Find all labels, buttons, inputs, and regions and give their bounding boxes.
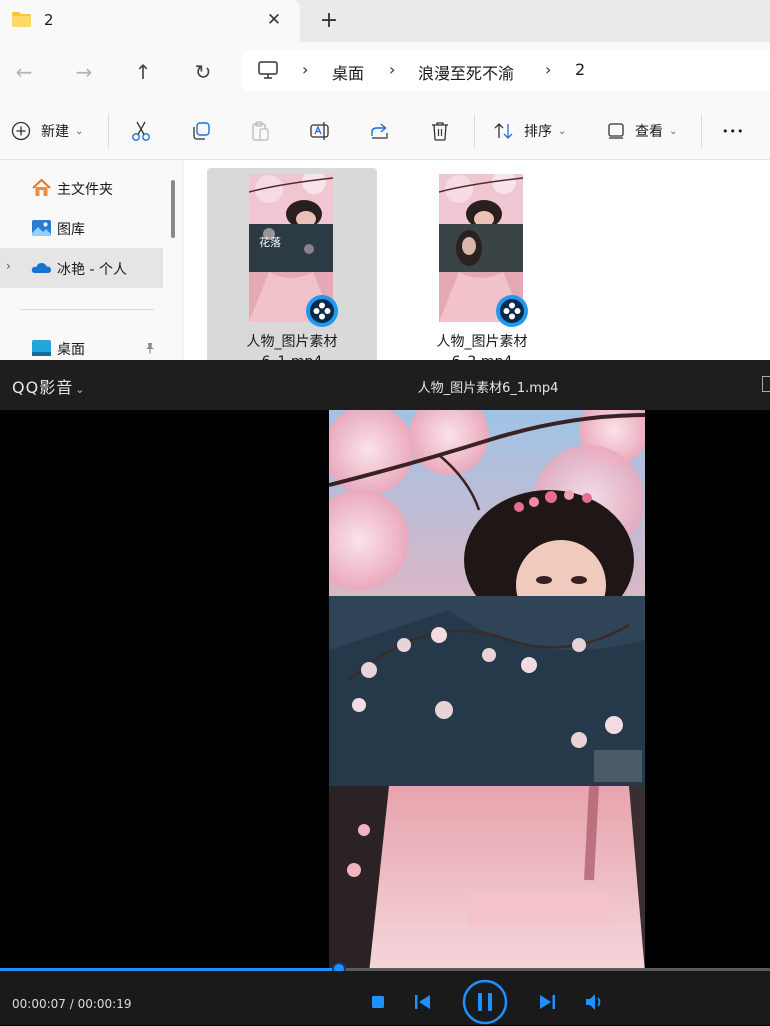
cut-button[interactable]	[130, 118, 152, 144]
sidebar-item-label: 桌面	[57, 342, 85, 358]
gallery-icon	[32, 220, 51, 236]
tab-bar: 2 ✕ +	[0, 0, 770, 42]
folder-icon	[12, 12, 31, 27]
playback-controls: 00:00:07 / 00:00:19	[0, 971, 770, 1025]
copy-icon	[193, 122, 210, 140]
file-item-6-2[interactable]: 人物_图片素材 6_2.mp4	[397, 168, 567, 360]
refresh-icon[interactable]: ↻	[189, 58, 217, 86]
qq-player-window: QQ影音 ⌄ 人物_图片素材6_1.mp4 00:00:07 / 00:00:1…	[0, 360, 770, 1025]
new-button[interactable]: 新建 ⌄	[11, 118, 83, 144]
copy-button[interactable]	[190, 118, 212, 144]
total-time: 00:00:19	[77, 997, 132, 1011]
view-layout-icon	[608, 123, 624, 139]
sidebar-item-label: 冰艳 - 个人	[57, 262, 127, 278]
file-name-line2: 6_1.mp4	[207, 352, 377, 360]
qq-player-badge-icon	[306, 295, 338, 327]
tab-title: 2	[44, 11, 54, 29]
window-mode-icon[interactable]	[762, 376, 770, 392]
scissors-icon	[132, 121, 150, 141]
view-button[interactable]: 查看 ⌄	[606, 118, 677, 144]
share-button[interactable]	[369, 118, 391, 144]
sort-button[interactable]: 排序 ⌄	[493, 118, 566, 144]
sidebar-item-home[interactable]: 主文件夹	[0, 168, 163, 208]
file-name: 人物_图片素材 6_2.mp4	[397, 332, 567, 360]
back-arrow-icon[interactable]: ←	[10, 58, 38, 86]
plus-circle-icon	[11, 121, 31, 141]
scrollbar-thumb[interactable]	[171, 180, 175, 238]
player-video-title: 人物_图片素材6_1.mp4	[417, 381, 559, 396]
player-menu-button[interactable]: QQ影音 ⌄	[12, 374, 85, 398]
onedrive-cloud-icon	[31, 263, 51, 273]
sort-button-label: 排序	[524, 124, 552, 140]
video-frame[interactable]	[329, 410, 645, 973]
breadcrumb-separator[interactable]: ›	[302, 60, 308, 79]
monitor-icon[interactable]	[258, 61, 278, 79]
share-icon	[371, 123, 388, 139]
sidebar-divider	[20, 309, 154, 310]
player-title-bar: QQ影音 ⌄ 人物_图片素材6_1.mp4	[0, 360, 770, 410]
qq-player-badge-icon	[496, 295, 528, 327]
player-brand: QQ影音	[12, 378, 74, 397]
trash-icon	[432, 122, 448, 141]
sort-arrows-icon	[494, 123, 513, 139]
file-name-line2: 6_2.mp4	[397, 352, 567, 360]
thumbnail-text: 花落	[259, 236, 281, 249]
delete-button[interactable]	[429, 118, 451, 144]
navigation-pane: 主文件夹 图库 › 冰艳 - 个人 桌面	[0, 160, 182, 360]
sidebar-item-desktop[interactable]: 桌面	[0, 328, 163, 360]
sidebar-item-label: 图库	[57, 222, 85, 238]
more-dots-icon: •••	[722, 124, 745, 138]
address-bar[interactable]: › 桌面 › 浪漫至死不渝 › 2	[242, 51, 770, 91]
file-name-line1: 人物_图片素材	[246, 334, 338, 350]
previous-track-icon[interactable]	[414, 994, 432, 1010]
volume-icon[interactable]	[585, 993, 605, 1011]
time-separator: /	[65, 997, 78, 1011]
tab-folder-2[interactable]: 2 ✕	[0, 0, 300, 42]
video-frame-image	[329, 410, 645, 973]
breadcrumb-separator[interactable]: ›	[545, 60, 551, 79]
toolbar-divider	[108, 114, 109, 148]
toolbar-divider	[474, 114, 475, 148]
file-item-6-1[interactable]: 花落 人物_图片素材 6_1.mp4	[207, 168, 377, 360]
forward-arrow-icon[interactable]: →	[70, 58, 98, 86]
playback-time: 00:00:07 / 00:00:19	[12, 997, 131, 1011]
expand-chevron-icon[interactable]: ›	[6, 259, 11, 273]
sidebar-item-onedrive[interactable]: › 冰艳 - 个人	[0, 248, 163, 288]
command-bar: 新建 ⌄ 排序 ⌄ 查看 ⌄ •••	[0, 102, 770, 160]
breadcrumb-folder[interactable]: 浪漫至死不渝	[418, 60, 514, 84]
rename-icon	[310, 122, 329, 140]
file-list: 花落 人物_图片素材 6_1.mp4	[184, 160, 770, 360]
next-track-icon[interactable]	[538, 994, 556, 1010]
chevron-down-icon: ⌄	[75, 383, 86, 396]
chevron-down-icon: ⌄	[669, 125, 678, 137]
view-button-label: 查看	[635, 124, 663, 140]
more-options-button[interactable]: •••	[722, 118, 744, 144]
up-arrow-icon[interactable]: ↑	[129, 58, 157, 86]
pin-icon	[144, 342, 156, 357]
current-time: 00:00:07	[12, 997, 66, 1011]
breadcrumb-current[interactable]: 2	[575, 60, 585, 79]
file-name-line1: 人物_图片素材	[436, 334, 528, 350]
file-name: 人物_图片素材 6_1.mp4	[207, 332, 377, 360]
close-tab-icon[interactable]: ✕	[262, 8, 286, 32]
sidebar-item-gallery[interactable]: 图库	[0, 208, 163, 248]
breadcrumb-separator[interactable]: ›	[389, 60, 395, 79]
home-icon	[32, 178, 51, 196]
new-button-label: 新建	[41, 124, 69, 140]
rename-button[interactable]	[309, 118, 331, 144]
new-tab-button[interactable]: +	[316, 9, 342, 35]
sidebar-item-label: 主文件夹	[57, 182, 113, 198]
paste-icon	[252, 121, 269, 141]
stop-icon[interactable]	[371, 995, 385, 1009]
chevron-down-icon: ⌄	[75, 125, 84, 137]
file-explorer-window: 2 ✕ + ← → ↑ ↻ › 桌面 › 浪漫至死不渝 › 2 新建 ⌄ 排序 …	[0, 0, 770, 360]
pause-icon[interactable]	[461, 978, 509, 1026]
navigation-bar: ← → ↑ ↻ › 桌面 › 浪漫至死不渝 › 2	[0, 42, 770, 102]
toolbar-divider	[701, 114, 702, 148]
desktop-icon	[32, 340, 51, 356]
breadcrumb-desktop[interactable]: 桌面	[332, 60, 364, 84]
chevron-down-icon: ⌄	[558, 125, 567, 137]
paste-button[interactable]	[249, 118, 271, 144]
